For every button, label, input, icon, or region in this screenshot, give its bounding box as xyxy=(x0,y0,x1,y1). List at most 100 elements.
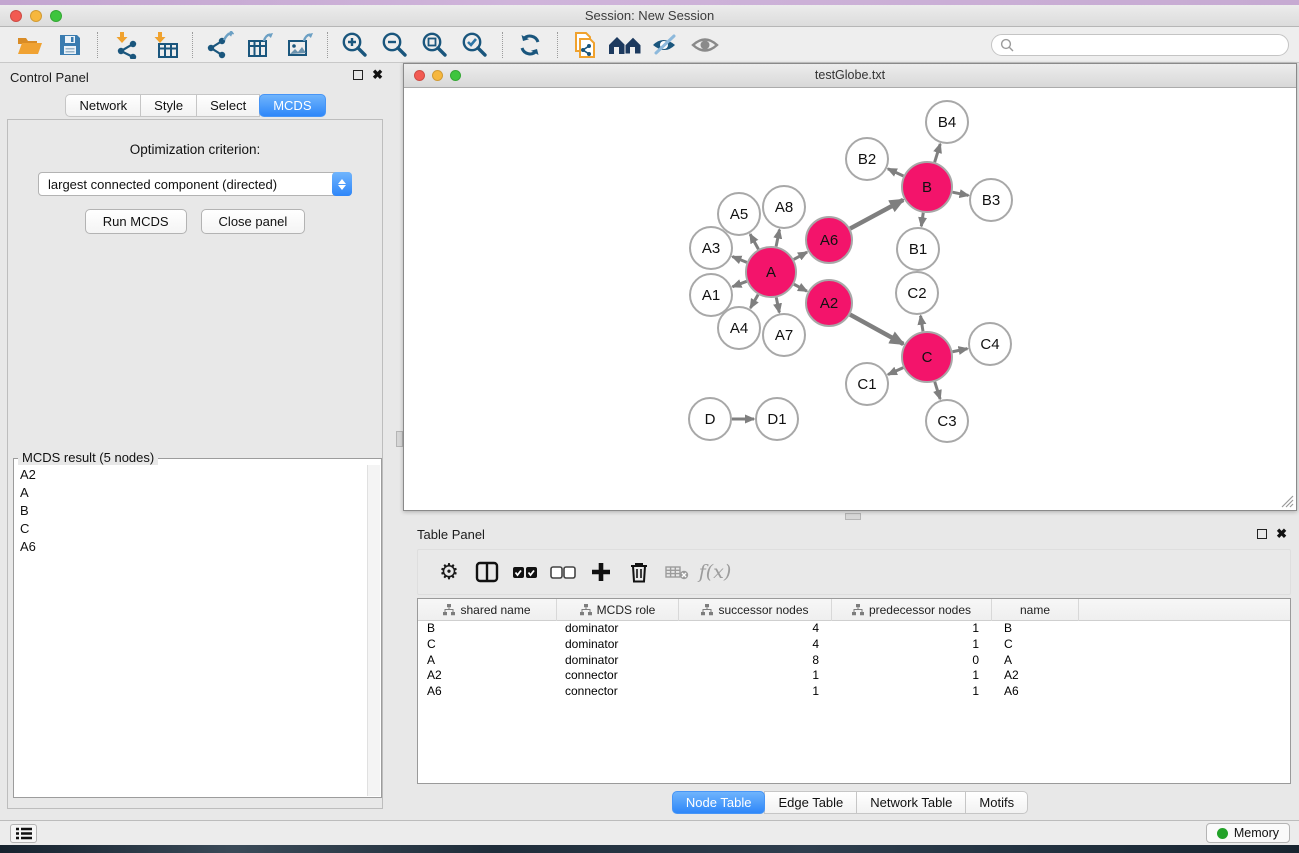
cell[interactable]: connector xyxy=(557,668,679,684)
node-A3[interactable]: A3 xyxy=(690,227,732,269)
cell[interactable]: 1 xyxy=(679,668,832,684)
column-header-name[interactable]: name xyxy=(992,599,1079,621)
cell[interactable]: A2 xyxy=(418,668,557,684)
mcds-result-item[interactable]: A2 xyxy=(15,465,367,483)
tab-select[interactable]: Select xyxy=(196,94,260,117)
table-row-A6[interactable]: A6connector11A6 xyxy=(418,684,1290,700)
refresh-button[interactable] xyxy=(510,30,550,60)
cell[interactable]: 0 xyxy=(832,653,992,669)
edge-A-A2[interactable] xyxy=(794,284,807,291)
node-A5[interactable]: A5 xyxy=(718,193,760,235)
node-A2[interactable]: A2 xyxy=(806,280,852,326)
add-column-button[interactable] xyxy=(584,556,618,588)
cell[interactable]: C xyxy=(992,637,1079,653)
hide-selected-button[interactable] xyxy=(645,30,685,60)
run-mcds-button[interactable]: Run MCDS xyxy=(85,209,187,234)
save-session-button[interactable] xyxy=(50,30,90,60)
cell[interactable]: B xyxy=(418,621,557,637)
import-network-button[interactable] xyxy=(105,30,145,60)
node-A[interactable]: A xyxy=(746,247,796,297)
select-all-button[interactable] xyxy=(508,556,542,588)
export-table-button[interactable] xyxy=(240,30,280,60)
edge-B-B3[interactable] xyxy=(952,192,968,195)
edge-A-A4[interactable] xyxy=(750,295,758,308)
node-C3[interactable]: C3 xyxy=(926,400,968,442)
table-row-C[interactable]: Cdominator41C xyxy=(418,637,1290,653)
open-file-button[interactable] xyxy=(10,30,50,60)
mcds-result-item[interactable]: A6 xyxy=(15,537,367,555)
function-builder-button[interactable]: f(x) xyxy=(698,556,732,588)
edge-A-A7[interactable] xyxy=(776,297,779,312)
cell[interactable]: A xyxy=(418,653,557,669)
cell[interactable]: B xyxy=(992,621,1079,637)
close-table-panel-icon[interactable]: ✖ xyxy=(1276,529,1287,539)
task-history-button[interactable] xyxy=(10,824,37,843)
cell[interactable]: 1 xyxy=(679,684,832,700)
node-B4[interactable]: B4 xyxy=(926,101,968,143)
column-header-shared-name[interactable]: shared name xyxy=(418,599,557,621)
network-canvas[interactable]: B4B2BB3A5A8A6A3B1AA1C2A2A4A7C4CC1C3DD1 xyxy=(405,89,1295,509)
show-all-button[interactable] xyxy=(685,30,725,60)
node-C2[interactable]: C2 xyxy=(896,272,938,314)
vertical-divider-handle[interactable] xyxy=(396,431,403,447)
duplicate-network-button[interactable] xyxy=(565,30,605,60)
tab-network[interactable]: Network xyxy=(65,94,141,117)
node-B2[interactable]: B2 xyxy=(846,138,888,180)
cell[interactable]: 1 xyxy=(832,621,992,637)
node-A6[interactable]: A6 xyxy=(806,217,852,263)
resize-grip-icon[interactable] xyxy=(1279,493,1294,508)
first-neighbors-button[interactable] xyxy=(605,30,645,60)
node-A7[interactable]: A7 xyxy=(763,314,805,356)
cell[interactable]: dominator xyxy=(557,653,679,669)
import-table-button[interactable] xyxy=(145,30,185,60)
column-layout-button[interactable] xyxy=(470,556,504,588)
export-network-button[interactable] xyxy=(200,30,240,60)
node-B[interactable]: B xyxy=(902,162,952,212)
edge-A-A8[interactable] xyxy=(776,230,779,247)
cell[interactable]: dominator xyxy=(557,621,679,637)
edge-A2-C[interactable] xyxy=(850,315,903,344)
edge-B-B2[interactable] xyxy=(888,169,904,176)
criterion-select[interactable]: largest connected component (directed) xyxy=(38,172,352,196)
zoom-out-button[interactable] xyxy=(375,30,415,60)
edge-C-C1[interactable] xyxy=(888,368,903,375)
tab-network-table[interactable]: Network Table xyxy=(856,791,966,814)
node-C[interactable]: C xyxy=(902,332,952,382)
table-row-A2[interactable]: A2connector11A2 xyxy=(418,668,1290,684)
close-panel-button[interactable]: Close panel xyxy=(201,209,306,234)
tab-edge-table[interactable]: Edge Table xyxy=(764,791,857,814)
edge-C-C4[interactable] xyxy=(952,349,967,352)
edge-A-A1[interactable] xyxy=(732,281,746,286)
cell[interactable]: A6 xyxy=(992,684,1079,700)
search-box[interactable] xyxy=(991,34,1289,56)
edge-B-B1[interactable] xyxy=(921,213,923,227)
mcds-result-item[interactable]: C xyxy=(15,519,367,537)
column-header-predecessor-nodes[interactable]: predecessor nodes xyxy=(832,599,992,621)
node-D[interactable]: D xyxy=(689,398,731,440)
horizontal-divider-handle[interactable] xyxy=(845,513,861,520)
cell[interactable]: 1 xyxy=(832,684,992,700)
cell[interactable]: 1 xyxy=(832,668,992,684)
mcds-result-item[interactable]: B xyxy=(15,501,367,519)
cell[interactable]: dominator xyxy=(557,637,679,653)
cell[interactable]: A2 xyxy=(992,668,1079,684)
zoom-in-button[interactable] xyxy=(335,30,375,60)
edge-C-C2[interactable] xyxy=(921,316,923,332)
edge-C-C3[interactable] xyxy=(935,382,940,399)
edge-A6-B[interactable] xyxy=(850,200,903,229)
node-C4[interactable]: C4 xyxy=(969,323,1011,365)
tab-motifs[interactable]: Motifs xyxy=(965,791,1028,814)
node-D1[interactable]: D1 xyxy=(756,398,798,440)
node-A8[interactable]: A8 xyxy=(763,186,805,228)
tab-style[interactable]: Style xyxy=(140,94,197,117)
node-B1[interactable]: B1 xyxy=(897,228,939,270)
table-row-B[interactable]: Bdominator41B xyxy=(418,621,1290,637)
mcds-result-scrollbar[interactable] xyxy=(367,465,380,796)
cell[interactable]: 4 xyxy=(679,621,832,637)
search-input[interactable] xyxy=(1019,38,1280,52)
close-panel-icon[interactable]: ✖ xyxy=(372,70,383,80)
node-B3[interactable]: B3 xyxy=(970,179,1012,221)
edge-A-A6[interactable] xyxy=(794,252,807,259)
node-A1[interactable]: A1 xyxy=(690,274,732,316)
node-A4[interactable]: A4 xyxy=(718,307,760,349)
